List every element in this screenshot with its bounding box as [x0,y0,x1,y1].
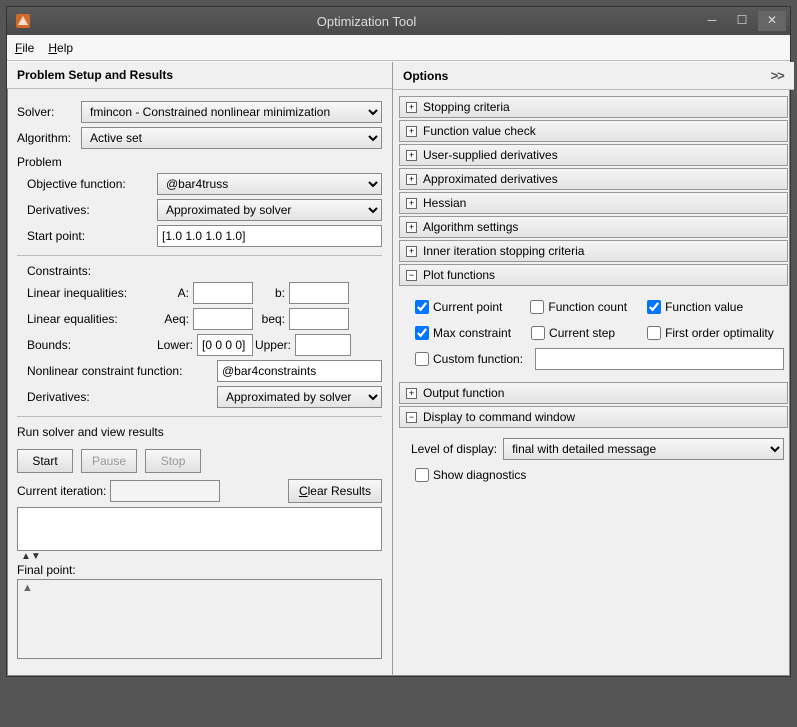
display-cmd-body: Level of display: final with detailed me… [393,430,794,496]
plot-functions-body: Current point Function count Function va… [393,288,794,380]
expand-options-button[interactable]: >> [771,68,784,83]
plus-icon: + [406,222,417,233]
plus-icon: + [406,102,417,113]
nonlinear-constraint-input[interactable] [217,360,382,382]
algorithm-label: Algorithm: [17,131,81,145]
chk-function-count[interactable]: Function count [526,297,627,317]
lower-label: Lower: [157,338,197,352]
left-panel-header: Problem Setup and Results [7,62,392,89]
linear-inequalities-label: Linear inequalities: [27,286,157,300]
derivatives-label: Derivatives: [27,203,157,217]
derivatives2-label: Derivatives: [27,390,217,404]
nonlinear-constraint-label: Nonlinear constraint function: [27,364,217,378]
acc-inner-iteration[interactable]: +Inner iteration stopping criteria [399,240,788,262]
chk-custom-function[interactable]: Custom function: [411,349,523,369]
minus-icon: − [406,270,417,281]
plus-icon: + [406,150,417,161]
b-label: b: [253,286,289,300]
level-of-display-label: Level of display: [411,442,497,456]
optimization-tool-window: Optimization Tool ─ ☐ ✕ File Help Proble… [6,6,791,677]
run-fieldset [17,416,382,425]
chk-function-value[interactable]: Function value [643,297,743,317]
chk-current-point[interactable]: Current point [411,297,502,317]
chk-first-order-optimality[interactable]: First order optimality [643,323,774,343]
plus-icon: + [406,174,417,185]
plus-icon: + [406,246,417,257]
bounds-label: Bounds: [27,338,157,352]
chk-max-constraint[interactable]: Max constraint [411,323,511,343]
titlebar: Optimization Tool ─ ☐ ✕ [7,7,790,35]
run-solver-label: Run solver and view results [17,425,382,439]
lower-input[interactable] [197,334,253,356]
left-panel-title: Problem Setup and Results [17,68,173,82]
plus-icon: + [406,388,417,399]
final-point-label: Final point: [17,563,382,577]
menu-help[interactable]: Help [48,41,73,55]
acc-stopping-criteria[interactable]: +Stopping criteria [399,96,788,118]
right-panel-title: Options [403,69,448,83]
acc-hessian[interactable]: +Hessian [399,192,788,214]
close-button[interactable]: ✕ [758,11,786,31]
Aeq-input[interactable] [193,308,253,330]
solver-select[interactable]: fmincon - Constrained nonlinear minimiza… [81,101,382,123]
acc-algorithm-settings[interactable]: +Algorithm settings [399,216,788,238]
algorithm-select[interactable]: Active set [81,127,382,149]
acc-display-command-window[interactable]: −Display to command window [399,406,788,428]
b-input[interactable] [289,282,349,304]
acc-function-value-check[interactable]: +Function value check [399,120,788,142]
beq-label: beq: [253,312,289,326]
upper-input[interactable] [295,334,351,356]
final-point-table[interactable]: ▲ [17,579,382,659]
start-point-input[interactable] [157,225,382,247]
pause-button[interactable]: Pause [81,449,137,473]
results-textarea[interactable] [17,507,382,551]
clear-results-button[interactable]: Clear Results [288,479,382,503]
current-iteration-label: Current iteration: [17,484,106,498]
acc-user-derivatives[interactable]: +User-supplied derivatives [399,144,788,166]
acc-plot-functions[interactable]: −Plot functions [399,264,788,286]
options-panel: Options >> +Stopping criteria +Function … [393,62,794,676]
acc-output-function[interactable]: +Output function [399,382,788,404]
menu-file[interactable]: File [15,41,34,55]
constraints-fieldset [17,255,382,264]
A-input[interactable] [193,282,253,304]
objective-function-select[interactable]: @bar4truss [157,173,382,195]
linear-equalities-label: Linear equalities: [27,312,157,326]
minus-icon: − [406,412,417,423]
start-button[interactable]: Start [17,449,73,473]
derivatives2-select[interactable]: Approximated by solver [217,386,382,408]
derivatives-select[interactable]: Approximated by solver [157,199,382,221]
solver-label: Solver: [17,105,81,119]
acc-approx-derivatives[interactable]: +Approximated derivatives [399,168,788,190]
problem-setup-panel: Problem Setup and Results Solver: fminco… [7,62,393,676]
app-icon [15,13,31,29]
splitter-handle[interactable]: ▲▼ [17,551,382,561]
right-panel-header: Options >> [393,62,794,90]
problem-section-label: Problem [17,155,382,169]
window-title: Optimization Tool [37,14,696,29]
plus-icon: + [406,198,417,209]
minimize-button[interactable]: ─ [698,11,726,31]
A-label: A: [157,286,193,300]
level-of-display-select[interactable]: final with detailed message [503,438,784,460]
plus-icon: + [406,126,417,137]
objective-function-label: Objective function: [27,177,157,191]
chk-current-step[interactable]: Current step [527,323,615,343]
menubar: File Help [7,35,790,61]
chk-show-diagnostics[interactable]: Show diagnostics [411,465,526,485]
Aeq-label: Aeq: [157,312,193,326]
custom-function-input[interactable] [535,348,784,370]
upper-label: Upper: [253,338,295,352]
maximize-button[interactable]: ☐ [728,11,756,31]
stop-button[interactable]: Stop [145,449,201,473]
current-iteration-field [110,480,220,502]
constraints-label: Constraints: [17,264,382,278]
start-point-label: Start point: [27,229,157,243]
beq-input[interactable] [289,308,349,330]
